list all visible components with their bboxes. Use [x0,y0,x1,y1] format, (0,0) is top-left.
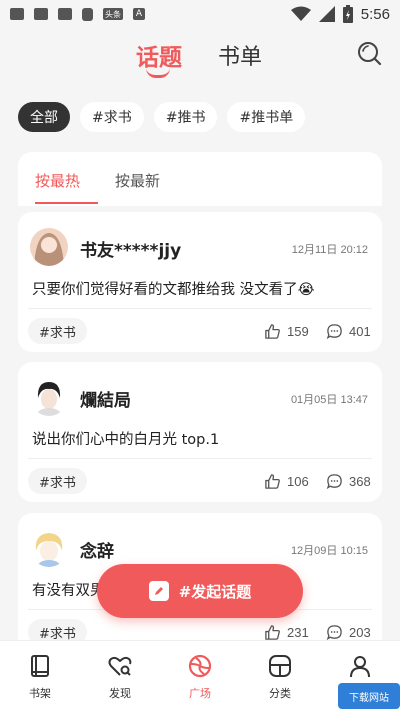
like-count: 231 [287,625,309,640]
like-count: 159 [287,324,309,339]
letter-icon: A [133,8,145,20]
lock-icon [82,7,93,21]
filter-all[interactable]: 全部 [18,102,70,132]
wifi-icon [290,6,311,21]
like-button[interactable]: 159 [264,323,309,340]
thumbs-up-icon [265,625,280,640]
user-icon [350,656,370,678]
post-date: 01月05日 13:47 [290,394,368,406]
start-topic-label: #发起话题 [178,582,252,601]
filter-recommend-book[interactable]: #推书 [153,102,218,132]
comment-button[interactable]: 368 [326,473,371,490]
avatar[interactable] [30,228,68,266]
filter-request-book[interactable]: #求书 [80,102,144,132]
thumbs-up-icon [265,324,280,339]
tab-booklists[interactable]: 书单 [218,39,262,71]
categories-icon [269,655,291,677]
post-date: 12月11日 20:12 [291,244,368,256]
sort-hottest[interactable]: 按最热 [35,170,80,191]
post-card[interactable]: 爛結局 01月05日 13:47 说出你们心中的白月光 top.1 #求书 10… [18,362,382,502]
signal-icon [318,6,335,22]
topic-tag[interactable]: #求书 [28,318,87,344]
username[interactable]: 书友*****jjy [80,236,181,261]
thumbs-up-icon [265,474,280,489]
username[interactable]: 念辞 [80,537,114,562]
post-content[interactable]: 说出你们心中的白月光 top.1 [32,428,219,449]
avatar[interactable] [30,529,68,567]
tab-topics[interactable]: 话题 [136,38,182,72]
filter-chips: 全部 #求书 #推书 #推书单 [18,102,306,132]
like-count: 106 [287,474,309,489]
like-button[interactable]: 231 [264,624,309,641]
comment-count: 368 [349,474,371,489]
comment-icon [326,625,342,641]
post-content[interactable]: 只要你们觉得好看的文都推给我 没文看了😭 [32,278,315,299]
comment-icon [326,324,342,340]
status-bar: 头条 A 5:56 [0,0,400,28]
battery-icon [342,5,353,23]
bookshelf-icon [31,655,49,677]
aperture-icon [188,654,212,678]
nav-label: 分类 [269,687,291,700]
nav-square[interactable]: 广场 [160,641,240,711]
book-icon [58,8,72,20]
site-watermark: 下载网站 [338,683,400,709]
post-date: 12月09日 10:15 [290,545,368,557]
nav-label: 广场 [189,687,211,700]
book-icon [34,8,48,20]
comment-button[interactable]: 401 [326,323,371,340]
username[interactable]: 爛結局 [80,386,131,411]
divider [28,308,372,309]
news-app-icon: 头条 [103,8,123,20]
search-icon[interactable] [356,40,382,66]
like-button[interactable]: 106 [264,473,309,490]
comment-icon [326,474,342,490]
clock: 5:56 [360,5,390,23]
topic-tag[interactable]: #求书 [28,468,87,494]
avatar[interactable] [30,378,68,416]
nav-bookshelf[interactable]: 书架 [0,641,80,711]
active-tab-indicator [146,68,170,78]
divider [28,458,372,459]
post-content[interactable]: 有没有双男 [32,579,105,600]
top-header: 话题 书单 [0,28,400,88]
nav-label: 书架 [29,687,51,700]
sort-newest[interactable]: 按最新 [115,170,160,191]
post-card[interactable]: 书友*****jjy 12月11日 20:12 只要你们觉得好看的文都推给我 没… [18,212,382,352]
pencil-icon [148,581,169,601]
comment-count: 203 [349,625,371,640]
sort-tabs: 按最热 按最新 [18,152,382,206]
nav-label: 发现 [109,687,131,700]
filter-recommend-list[interactable]: #推书单 [227,102,306,132]
comment-button[interactable]: 203 [326,624,371,641]
nav-categories[interactable]: 分类 [240,641,320,711]
image-icon [10,8,24,20]
nav-discover[interactable]: 发现 [80,641,160,711]
heart-search-icon [108,656,132,676]
sort-active-indicator [35,202,98,204]
comment-count: 401 [349,324,371,339]
start-topic-button[interactable]: #发起话题 [97,564,303,618]
